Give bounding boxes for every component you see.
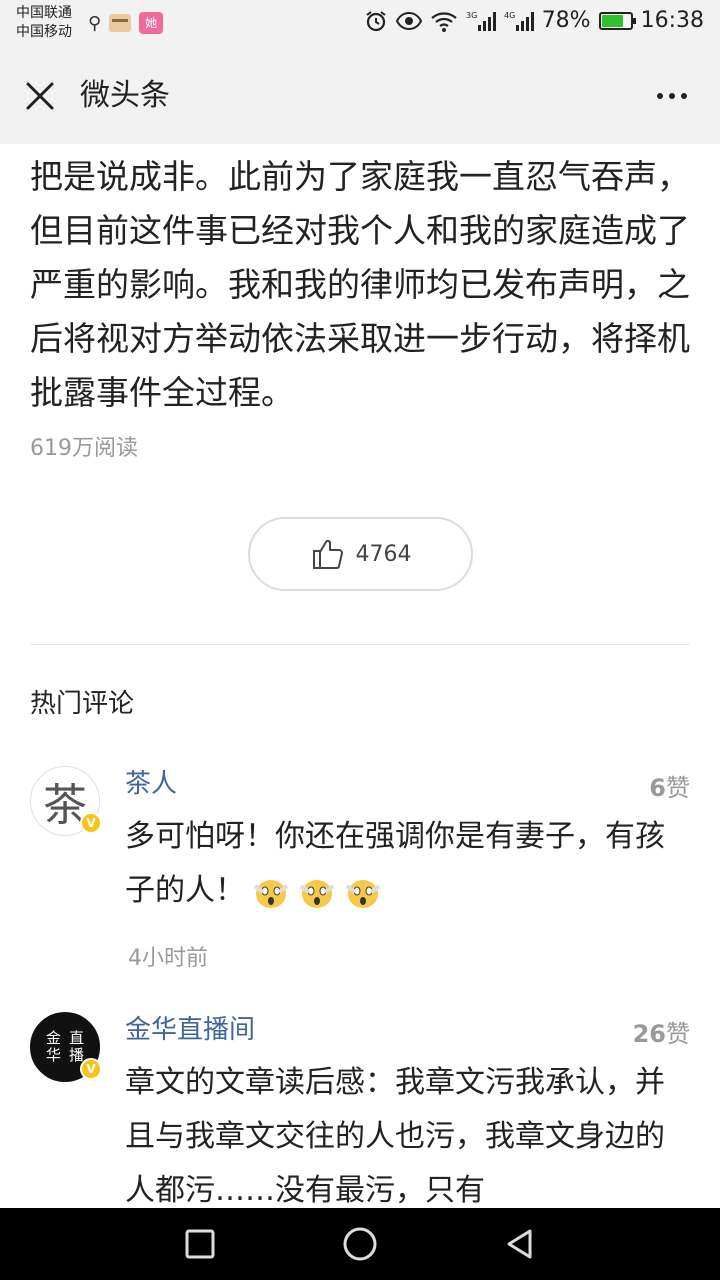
eye-icon (395, 11, 422, 30)
more-dot-icon (669, 93, 675, 99)
like-button[interactable]: 4764 (248, 517, 473, 591)
more-options-button[interactable] (648, 78, 696, 114)
back-triangle-icon (507, 1229, 532, 1259)
status-bar: 中国联通 中国移动 ⚲ 她 3G 4G 78% 16:38 (0, 0, 720, 48)
scared-face-emoji-icon (253, 879, 289, 908)
svg-text:3G: 3G (466, 11, 477, 20)
app-notification-icon: 她 (139, 12, 164, 34)
comment-time: 4小时前 (128, 946, 208, 971)
svg-text:4G: 4G (504, 11, 515, 20)
recents-button[interactable] (175, 1219, 225, 1269)
carrier-info: 中国联通 中国移动 (16, 4, 72, 42)
verified-badge-icon: V (80, 812, 102, 834)
section-title-hot-comments: 热门评论 (30, 689, 135, 719)
comment-text-content: 多可怕呀！你还在强调你是有妻子，有孩子的人！ (125, 819, 665, 908)
more-dot-icon (681, 93, 687, 99)
comment-text: 章文的文章读后感：我章文污我承认，并且与我章文交往的人也污，我章文身边的人都污…… (125, 1065, 665, 1208)
battery-fill (601, 14, 624, 27)
signal-4g-icon: 4G (504, 11, 534, 31)
battery-icon (598, 11, 636, 30)
usb-icon: ⚲ (88, 12, 102, 34)
clock: 16:38 (640, 8, 704, 33)
notification-icons: ⚲ 她 (88, 12, 164, 34)
title-bar: 微头条 (0, 48, 720, 144)
carrier-1: 中国联通 (16, 5, 72, 21)
avatar-char: 华 (45, 1046, 61, 1064)
wifi-icon (430, 11, 457, 32)
comment-author[interactable]: 金华直播间 (125, 1012, 255, 1048)
comment-likes[interactable]: 26赞 (633, 1014, 690, 1049)
close-icon (26, 82, 54, 110)
more-dot-icon (657, 93, 663, 99)
avatar-char: 金 (45, 1029, 61, 1047)
square-icon (185, 1229, 215, 1259)
comment-likes[interactable]: 6赞 (649, 768, 690, 803)
comment-likes-count: 6 (649, 774, 666, 802)
comment-likes-count: 26 (632, 1020, 666, 1048)
battery-percent: 78% (541, 8, 591, 33)
scared-face-emoji-icon (299, 879, 335, 908)
scared-face-emoji-icon (345, 879, 381, 908)
circle-icon (343, 1227, 377, 1261)
thumbs-up-icon (312, 539, 343, 569)
comment-likes-unit: 赞 (666, 1020, 690, 1048)
read-count: 619万阅读 (30, 436, 138, 461)
avatar[interactable]: 金直 华播 V (30, 1012, 102, 1082)
article-paragraph: 把是说成非。此前为了家庭我一直忍气吞声，但目前这件事已经对我个人和我的家庭造成了… (30, 157, 690, 412)
comment-item: 茶 V 茶人 6赞 多可怕呀！你还在强调你是有妻子，有孩子的人！ 4小时前 (30, 766, 690, 971)
verified-badge-icon: V (80, 1058, 102, 1080)
close-button[interactable] (20, 76, 60, 116)
divider (30, 644, 690, 645)
comment-author[interactable]: 茶人 (125, 766, 177, 802)
system-indicators: 3G 4G 78% 16:38 (364, 8, 704, 33)
home-button[interactable] (335, 1219, 385, 1269)
signal-3g-icon: 3G (466, 11, 496, 31)
comment-item: 金直 华播 V 金华直播间 26赞 章文的文章读后感：我章文污我承认，并且与我章… (30, 1012, 690, 1208)
like-count: 4764 (355, 541, 412, 567)
card-icon (109, 14, 132, 32)
comment-text: 多可怕呀！你还在强调你是有妻子，有孩子的人！ (125, 810, 690, 918)
avatar-char: 直 (69, 1029, 85, 1047)
article-body: 把是说成非。此前为了家庭我一直忍气吞声，但目前这件事已经对我个人和我的家庭造成了… (30, 150, 690, 420)
comment-likes-unit: 赞 (666, 774, 690, 802)
carrier-2: 中国移动 (16, 24, 72, 40)
alarm-icon (366, 10, 386, 31)
page-title: 微头条 (80, 78, 170, 113)
avatar[interactable]: 茶 V (30, 766, 102, 836)
back-button[interactable] (495, 1219, 545, 1269)
system-nav-bar (0, 1208, 720, 1280)
